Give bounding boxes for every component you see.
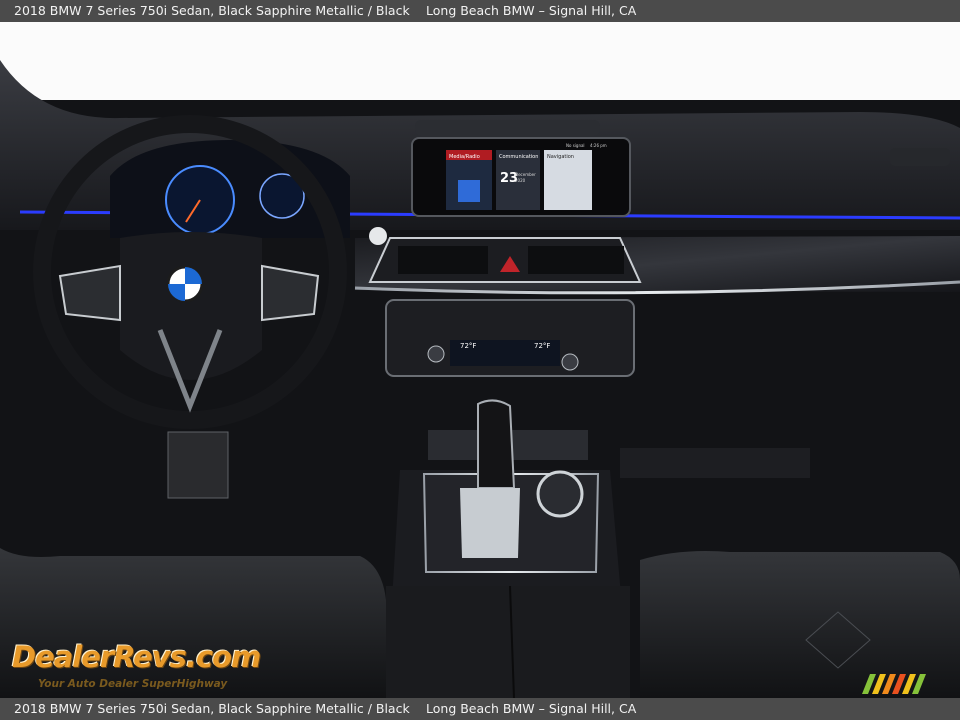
passenger-floor-mat [620, 448, 810, 478]
left-temp-knob [427, 345, 445, 363]
left-temp-readout: 72°F [460, 342, 476, 350]
dealerrevs-watermark: DealerRevs.com Your Auto Dealer SuperHig… [12, 626, 272, 694]
screen-tile-navigation-label: Navigation [547, 154, 574, 160]
defrost-vent [415, 120, 600, 136]
screen-clock: 4:26 pm [590, 143, 607, 148]
vehicle-title-footer: 2018 BMW 7 Series 750i Sedan, Black Sapp… [14, 701, 410, 716]
dealerrevs-logo: DealerRevs.com [12, 640, 261, 674]
vehicle-title: 2018 BMW 7 Series 750i Sedan, Black Sapp… [14, 3, 410, 18]
bottom-info-bar: 2018 BMW 7 Series 750i Sedan, Black Sapp… [0, 698, 960, 720]
top-info-bar: 2018 BMW 7 Series 750i Sedan, Black Sapp… [0, 0, 960, 22]
center-armrest [386, 586, 630, 698]
right-temp-knob [561, 353, 579, 371]
left-spoke-controls [58, 264, 121, 322]
gear-selector [477, 399, 516, 489]
dealer-location-footer: Long Beach BMW – Signal Hill, CA [426, 701, 637, 716]
center-vent-right [528, 246, 624, 274]
steering-wheel-hub [120, 232, 262, 380]
screen-status-text: No signal [566, 143, 585, 148]
screen-date-month: December [515, 172, 536, 177]
gear-selector-base [460, 488, 520, 558]
right-temp-readout: 72°F [534, 342, 550, 350]
stripe-logo-icon [862, 674, 926, 694]
right-spoke-controls [261, 264, 320, 322]
center-vent-left [398, 246, 488, 274]
dealer-location: Long Beach BMW – Signal Hill, CA [426, 3, 637, 18]
right-speaker-grille [890, 148, 950, 166]
start-stop-button [369, 227, 387, 245]
idrive-controller [536, 470, 584, 518]
screen-tile-communication-label: Communication [499, 154, 538, 160]
dashboard-photo: Media/Radio Communication 23 December 20… [0, 22, 960, 698]
screen-date-year: 2020 [515, 178, 526, 183]
dealerrevs-tagline: Your Auto Dealer SuperHighway [38, 678, 228, 690]
pedal [167, 431, 229, 499]
screen-tile-media-label: Media/Radio [449, 154, 480, 160]
radio-icon [458, 180, 480, 202]
